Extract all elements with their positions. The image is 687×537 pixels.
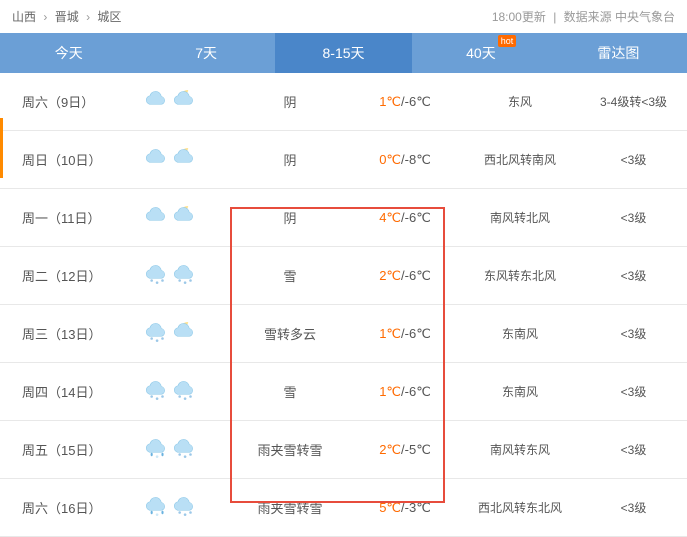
cloudy-night-icon (171, 319, 197, 348)
forecast-row[interactable]: 周五（15日） 雨夹雪转雪2℃/-5℃南风转东风<3级 (0, 421, 687, 479)
wind-level: <3级 (580, 151, 687, 168)
temperature: 4℃/-6℃ (350, 210, 460, 226)
wind-direction: 东风 (460, 93, 580, 110)
date-label: 周六（9日） (0, 92, 110, 111)
breadcrumb-l3[interactable]: 城区 (97, 10, 121, 24)
date-label: 周三（13日） (0, 324, 110, 343)
snow-icon (171, 435, 197, 464)
weather-icons (110, 377, 230, 406)
tab-40day[interactable]: 40天hot (412, 33, 549, 73)
snow-icon (143, 377, 169, 406)
wind-level: <3级 (580, 441, 687, 458)
temperature: 1℃/-6℃ (350, 94, 460, 110)
forecast-row[interactable]: 周六（9日） 阴1℃/-6℃东风3-4级转<3级 (0, 73, 687, 131)
wind-direction: 南风转东风 (460, 441, 580, 458)
tab-8-15day[interactable]: 8-15天 (275, 33, 412, 73)
sleet-icon (143, 493, 169, 522)
tabs: 今天 7天 8-15天 40天hot 雷达图 (0, 33, 687, 73)
temperature: 2℃/-5℃ (350, 442, 460, 458)
forecast-table: 周六（9日）阴1℃/-6℃东风3-4级转<3级周日（10日）阴0℃/-8℃西北风… (0, 73, 687, 537)
forecast-row[interactable]: 周四（14日） 雪1℃/-6℃东南风<3级 (0, 363, 687, 421)
forecast-row[interactable]: 周一（11日） 阴4℃/-6℃南风转北风<3级 (0, 189, 687, 247)
date-label: 周四（14日） (0, 382, 110, 401)
temperature: 0℃/-8℃ (350, 152, 460, 168)
weather-text: 雪 (230, 382, 350, 401)
breadcrumb: 山西 › 晋城 › 城区 18:00更新 | 数据来源 中央气象台 (0, 0, 687, 33)
weather-text: 雨夹雪转雪 (230, 498, 350, 517)
wind-level: <3级 (580, 325, 687, 342)
temperature: 1℃/-6℃ (350, 384, 460, 400)
snow-icon (171, 377, 197, 406)
weather-text: 阴 (230, 150, 350, 169)
date-label: 周二（12日） (0, 266, 110, 285)
cloudy-night-icon (171, 87, 197, 116)
date-label: 周一（11日） (0, 208, 110, 227)
weather-icons (110, 435, 230, 464)
update-time: 18:00更新 (492, 10, 546, 24)
wind-level: 3-4级转<3级 (580, 93, 687, 110)
breadcrumb-l1[interactable]: 山西 (12, 10, 36, 24)
wind-direction: 南风转北风 (460, 209, 580, 226)
cloudy-icon (143, 203, 169, 232)
cloudy-night-icon (171, 145, 197, 174)
left-edge-marker (0, 118, 3, 178)
chevron-right-icon: › (43, 10, 47, 24)
forecast-row[interactable]: 周六（16日） 雨夹雪转雪5℃/-3℃西北风转东北风<3级 (0, 479, 687, 537)
cloudy-night-icon (171, 203, 197, 232)
wind-level: <3级 (580, 267, 687, 284)
tab-radar[interactable]: 雷达图 (550, 33, 687, 73)
date-label: 周六（16日） (0, 498, 110, 517)
tab-7day[interactable]: 7天 (137, 33, 274, 73)
weather-icons (110, 87, 230, 116)
wind-direction: 东风转东北风 (460, 267, 580, 284)
sleet-icon (143, 435, 169, 464)
chevron-right-icon: › (86, 10, 90, 24)
forecast-row[interactable]: 周二（12日） 雪2℃/-6℃东风转东北风<3级 (0, 247, 687, 305)
snow-icon (171, 493, 197, 522)
weather-text: 雪 (230, 266, 350, 285)
weather-icons (110, 319, 230, 348)
hot-badge: hot (498, 35, 517, 47)
forecast-row[interactable]: 周日（10日） 阴0℃/-8℃西北风转南风<3级 (0, 131, 687, 189)
temperature: 1℃/-6℃ (350, 326, 460, 342)
wind-level: <3级 (580, 383, 687, 400)
weather-icons (110, 261, 230, 290)
snow-icon (143, 319, 169, 348)
weather-text: 雪转多云 (230, 324, 350, 343)
tab-today[interactable]: 今天 (0, 33, 137, 73)
weather-icons (110, 203, 230, 232)
temperature: 5℃/-3℃ (350, 500, 460, 516)
weather-text: 阴 (230, 92, 350, 111)
date-label: 周日（10日） (0, 150, 110, 169)
weather-icons (110, 145, 230, 174)
wind-direction: 东南风 (460, 325, 580, 342)
wind-level: <3级 (580, 499, 687, 516)
wind-level: <3级 (580, 209, 687, 226)
weather-icons (110, 493, 230, 522)
snow-icon (171, 261, 197, 290)
data-source: 数据来源 中央气象台 (564, 10, 675, 24)
weather-text: 阴 (230, 208, 350, 227)
forecast-row[interactable]: 周三（13日） 雪转多云1℃/-6℃东南风<3级 (0, 305, 687, 363)
weather-text: 雨夹雪转雪 (230, 440, 350, 459)
wind-direction: 西北风转东北风 (460, 499, 580, 516)
wind-direction: 东南风 (460, 383, 580, 400)
breadcrumb-l2[interactable]: 晋城 (55, 10, 79, 24)
date-label: 周五（15日） (0, 440, 110, 459)
cloudy-icon (143, 87, 169, 116)
cloudy-icon (143, 145, 169, 174)
temperature: 2℃/-6℃ (350, 268, 460, 284)
snow-icon (143, 261, 169, 290)
wind-direction: 西北风转南风 (460, 151, 580, 168)
